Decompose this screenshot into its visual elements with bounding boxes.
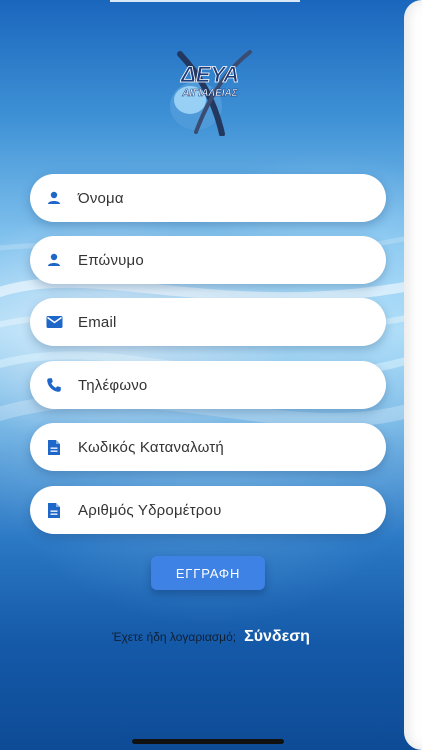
logo-text-top: ΔΕΥΑ	[180, 62, 239, 87]
consumer-code-label: Κωδικός Καταναλωτή	[78, 438, 224, 456]
login-prompt: Έχετε ήδη λογαριασμό;	[112, 630, 237, 644]
email-label: Email	[78, 313, 117, 331]
status-bar-edge	[110, 0, 300, 2]
last-name-field[interactable]: Επώνυμο	[30, 236, 386, 284]
consumer-code-field[interactable]: Κωδικός Καταναλωτή	[30, 423, 386, 471]
person-icon	[45, 189, 63, 207]
person-icon	[45, 251, 63, 269]
first-name-field[interactable]: Όνομα	[30, 174, 386, 222]
phone-icon	[45, 376, 63, 394]
water-meter-number-label: Αριθμός Υδρομέτρου	[78, 501, 222, 519]
registration-screen: ΔΕΥΑ ΑΙΓΙΑΛΕΙΑΣ Όνομα Επώνυμο Email Τηλέ…	[0, 0, 422, 750]
document-icon	[45, 438, 63, 456]
register-button[interactable]: ΕΓΓΡΑΦΗ	[151, 556, 265, 590]
login-link[interactable]: Σύνδεση	[244, 628, 310, 646]
phone-field[interactable]: Τηλέφωνο	[30, 361, 386, 409]
last-name-label: Επώνυμο	[78, 251, 144, 269]
device-frame-edge	[404, 0, 422, 750]
phone-label: Τηλέφωνο	[78, 376, 148, 394]
email-icon	[45, 313, 63, 331]
login-row: Έχετε ήδη λογαριασμό; Σύνδεση	[0, 628, 422, 646]
home-indicator	[132, 739, 284, 744]
document-icon	[45, 501, 63, 519]
logo-text-bottom: ΑΙΓΙΑΛΕΙΑΣ	[181, 88, 238, 99]
email-field[interactable]: Email	[30, 298, 386, 346]
water-meter-number-field[interactable]: Αριθμός Υδρομέτρου	[30, 486, 386, 534]
app-logo: ΔΕΥΑ ΑΙΓΙΑΛΕΙΑΣ	[170, 50, 252, 136]
first-name-label: Όνομα	[78, 189, 124, 207]
